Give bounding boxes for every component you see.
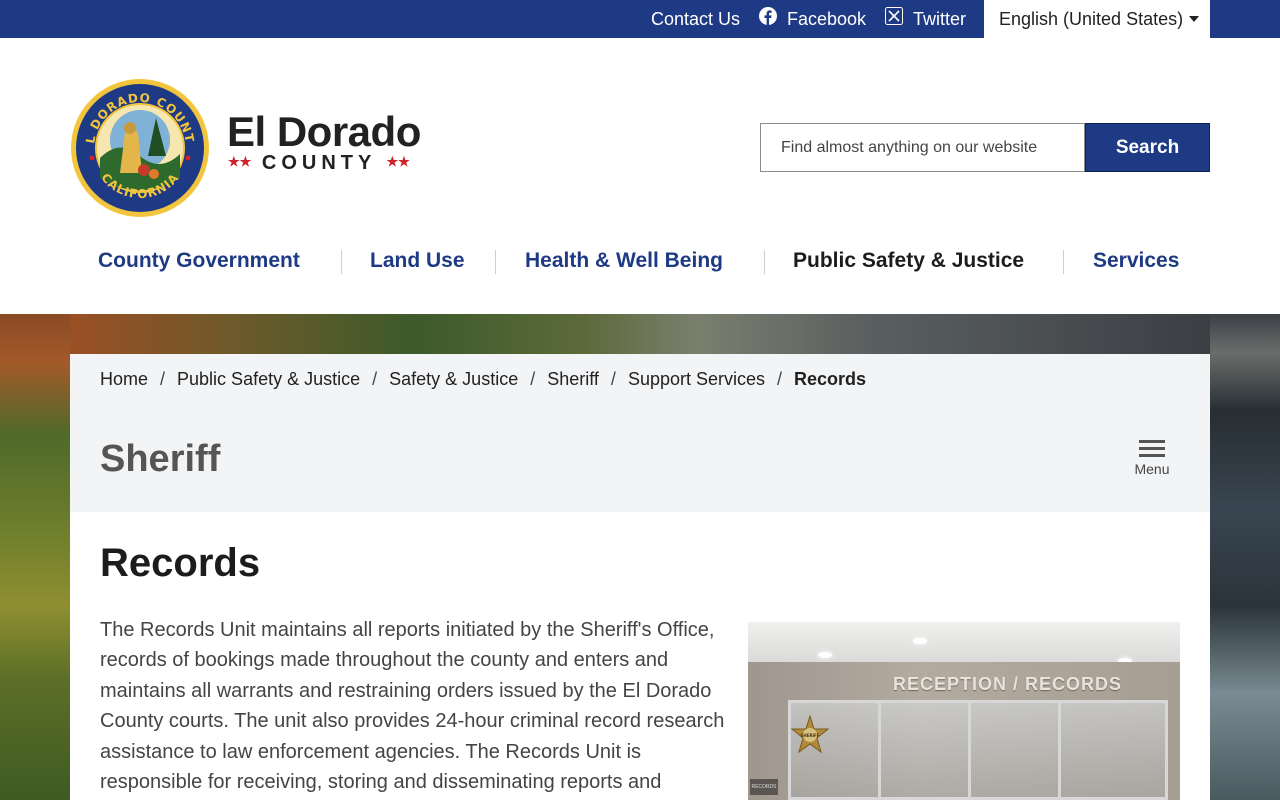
sheriff-star-icon: SHERIFF: [790, 714, 830, 754]
search-button[interactable]: Search: [1085, 123, 1210, 172]
reception-sign: RECEPTION / RECORDS: [893, 674, 1123, 694]
nav-divider: [341, 250, 342, 274]
nav-services[interactable]: Services: [1093, 249, 1179, 273]
svg-text:SHERIFF: SHERIFF: [801, 733, 820, 738]
breadcrumb-separator: /: [530, 369, 536, 389]
hero-sky: [70, 314, 1210, 354]
section-menu-button[interactable]: Menu: [1130, 440, 1174, 484]
glass-mullion: [968, 700, 971, 800]
breadcrumb-home[interactable]: Home: [100, 369, 148, 389]
x-twitter-icon: [885, 0, 903, 38]
breadcrumb-separator: /: [777, 369, 783, 389]
chevron-down-icon: [1189, 16, 1199, 22]
site-title[interactable]: El Dorado: [227, 108, 421, 156]
records-description: The Records Unit maintains all reports i…: [100, 619, 725, 794]
language-select[interactable]: English (United States): [984, 0, 1210, 38]
breadcrumb-support-services[interactable]: Support Services: [628, 369, 765, 389]
twitter-link[interactable]: Twitter: [885, 0, 966, 38]
nav-divider: [495, 250, 496, 274]
contact-us-link[interactable]: Contact Us: [651, 0, 740, 38]
glass-mullion: [1058, 700, 1061, 800]
facebook-link[interactable]: Facebook: [759, 0, 866, 38]
hero-foliage: [0, 314, 70, 800]
red-stars-icon: ★★: [386, 154, 410, 169]
utility-bar: Contact Us Facebook Twitter English (Uni…: [0, 0, 1280, 38]
county-seal-logo[interactable]: EL DORADO COUNTY CALIFORNIA: [64, 67, 210, 223]
facebook-label: Facebook: [787, 9, 867, 29]
site-subtitle-text: COUNTY: [261, 152, 376, 174]
search-input[interactable]: [760, 123, 1085, 172]
breadcrumb-separator: /: [372, 369, 378, 389]
reception-records-photo: RECEPTION / RECORDS SHERIFF RECORDS: [748, 622, 1180, 800]
glass-partition: [788, 700, 1168, 800]
red-stars-icon: ★★: [228, 154, 252, 169]
nav-health-well-being[interactable]: Health & Well Being: [525, 249, 723, 273]
hamburger-icon: [1130, 440, 1174, 457]
nav-county-government[interactable]: County Government: [98, 249, 300, 273]
nav-land-use[interactable]: Land Use: [370, 249, 465, 273]
nav-divider: [764, 250, 765, 274]
language-value: English (United States): [999, 9, 1184, 29]
breadcrumb-current-records: Records: [794, 369, 867, 389]
twitter-label: Twitter: [913, 9, 967, 29]
menu-label: Menu: [1134, 461, 1170, 477]
breadcrumb-sheriff[interactable]: Sheriff: [547, 369, 599, 389]
glass-mullion: [878, 700, 881, 800]
records-window-label: RECORDS: [750, 779, 778, 795]
county-seal-icon: EL DORADO COUNTY CALIFORNIA: [64, 67, 209, 217]
photo-ceiling: [748, 622, 1180, 662]
facebook-icon: [759, 0, 777, 38]
page-title: Records: [100, 541, 261, 585]
ceiling-light: [913, 638, 927, 644]
nav-public-safety-justice[interactable]: Public Safety & Justice: [793, 249, 1024, 273]
breadcrumb-safety-justice[interactable]: Safety & Justice: [389, 369, 518, 389]
breadcrumb: Home / Public Safety & Justice / Safety & Ju…: [100, 369, 866, 390]
hero-water: [1210, 314, 1280, 800]
section-title: Sheriff: [100, 438, 221, 480]
breadcrumb-public-safety-justice[interactable]: Public Safety & Justice: [177, 369, 360, 389]
breadcrumb-separator: /: [160, 369, 166, 389]
site-subtitle: ★★ COUNTY ★★: [228, 152, 410, 175]
breadcrumb-separator: /: [610, 369, 616, 389]
ceiling-light: [818, 652, 832, 658]
nav-divider: [1063, 250, 1064, 274]
